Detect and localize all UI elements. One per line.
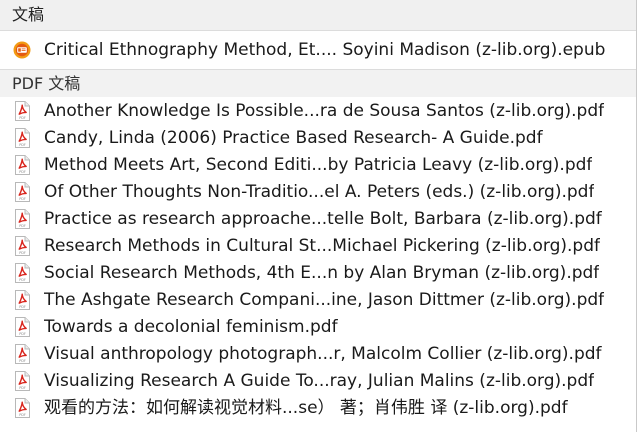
file-row-pdf[interactable]: PDF Research Methods in Cultural St...Mic… xyxy=(0,232,636,259)
file-row-pdf[interactable]: PDF Visualizing Research A Guide To...ray… xyxy=(0,367,636,394)
svg-text:PDF: PDF xyxy=(19,224,26,228)
file-name: Research Methods in Cultural St...Michae… xyxy=(44,235,600,256)
file-name: Method Meets Art, Second Editi...by Patr… xyxy=(44,154,593,175)
pdf-file-icon: PDF xyxy=(12,100,32,121)
file-row-pdf[interactable]: PDF 观看的方法：如何解读视觉材料...se） 著；肖伟胜 译 (z-lib.o… xyxy=(0,394,636,421)
pdf-file-icon: PDF xyxy=(12,181,32,202)
pdf-file-icon: PDF xyxy=(12,316,32,337)
pdf-file-icon: PDF xyxy=(12,235,32,256)
file-name: The Ashgate Research Compani...ine, Jaso… xyxy=(44,289,605,310)
pdf-file-icon: PDF xyxy=(12,397,32,418)
file-name: Towards a decolonial feminism.pdf xyxy=(44,316,338,337)
file-name: Another Knowledge Is Possible...ra de So… xyxy=(44,100,605,121)
section-header-pdf: PDF 文稿 xyxy=(0,69,636,97)
file-row-pdf[interactable]: PDF Candy, Linda (2006) Practice Based Re… xyxy=(0,124,636,151)
file-name: Practice as research approache...telle B… xyxy=(44,208,602,229)
file-row-pdf[interactable]: PDF The Ashgate Research Compani...ine, J… xyxy=(0,286,636,313)
svg-text:PDF: PDF xyxy=(19,305,26,309)
pdf-file-icon: PDF xyxy=(12,262,32,283)
search-results-panel: 文稿 Critical Ethnography Method, Et.... S… xyxy=(0,0,637,432)
file-row-pdf[interactable]: PDF Another Knowledge Is Possible...ra de… xyxy=(0,97,636,124)
section-title-pdf: PDF 文稿 xyxy=(12,74,81,93)
file-name: Critical Ethnography Method, Et.... Soyi… xyxy=(44,40,606,60)
file-row-pdf[interactable]: PDF Towards a decolonial feminism.pdf xyxy=(0,313,636,340)
svg-text:PDF: PDF xyxy=(19,197,26,201)
file-name: Visualizing Research A Guide To...ray, J… xyxy=(44,370,595,391)
file-name: Candy, Linda (2006) Practice Based Resea… xyxy=(44,127,543,148)
pdf-file-list: PDF Another Knowledge Is Possible...ra de… xyxy=(0,97,636,421)
file-row-pdf[interactable]: PDF Practice as research approache...tell… xyxy=(0,205,636,232)
svg-text:PDF: PDF xyxy=(19,413,26,417)
pdf-file-icon: PDF xyxy=(12,289,32,310)
file-name: Visual anthropology photograph...r, Malc… xyxy=(44,343,602,364)
file-row-epub[interactable]: Critical Ethnography Method, Et.... Soyi… xyxy=(0,31,636,69)
svg-text:PDF: PDF xyxy=(19,386,26,390)
svg-text:PDF: PDF xyxy=(19,251,26,255)
file-name: 观看的方法：如何解读视觉材料...se） 著；肖伟胜 译 (z-lib.org)… xyxy=(44,397,568,418)
pdf-file-icon: PDF xyxy=(12,208,32,229)
file-row-pdf[interactable]: PDF Of Other Thoughts Non-Traditio...el A… xyxy=(0,178,636,205)
svg-text:PDF: PDF xyxy=(19,170,26,174)
file-row-pdf[interactable]: PDF Visual anthropology photograph...r, M… xyxy=(0,340,636,367)
svg-text:PDF: PDF xyxy=(19,359,26,363)
section-header-documents: 文稿 xyxy=(0,0,636,31)
svg-text:PDF: PDF xyxy=(19,332,26,336)
epub-icon xyxy=(12,41,32,59)
svg-text:PDF: PDF xyxy=(19,278,26,282)
pdf-file-icon: PDF xyxy=(12,370,32,391)
pdf-file-icon: PDF xyxy=(12,154,32,175)
file-row-pdf[interactable]: PDF Social Research Methods, 4th E...n by… xyxy=(0,259,636,286)
svg-text:PDF: PDF xyxy=(19,116,26,120)
section-title-documents: 文稿 xyxy=(12,5,45,24)
pdf-file-icon: PDF xyxy=(12,127,32,148)
file-name: Social Research Methods, 4th E...n by Al… xyxy=(44,262,600,283)
file-row-pdf[interactable]: PDF Method Meets Art, Second Editi...by P… xyxy=(0,151,636,178)
svg-text:PDF: PDF xyxy=(19,143,26,147)
file-name: Of Other Thoughts Non-Traditio...el A. P… xyxy=(44,181,595,202)
pdf-file-icon: PDF xyxy=(12,343,32,364)
